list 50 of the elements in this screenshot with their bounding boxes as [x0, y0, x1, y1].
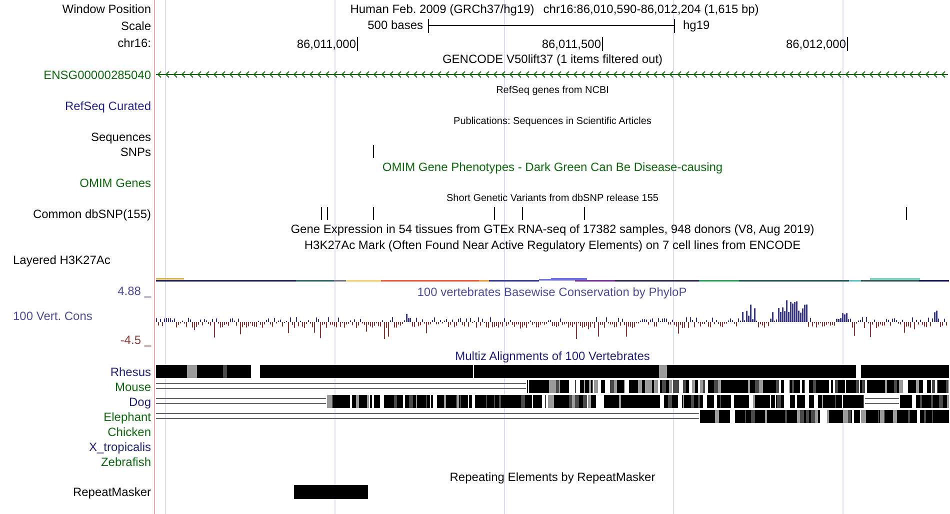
track-label[interactable]: Layered H3K27Ac	[13, 253, 110, 267]
track-label[interactable]: Common dbSNP(155)	[32, 206, 151, 220]
track-label[interactable]: Rhesus	[110, 364, 151, 378]
track-label[interactable]: ENSG00000285040	[44, 68, 151, 82]
ruler-tick	[357, 37, 358, 51]
snp-tick[interactable]	[373, 207, 374, 220]
track-title: RefSeq genes from NCBI	[496, 84, 609, 96]
track-title: 100 vertebrates Basewise Conservation by PhyloP	[416, 285, 688, 299]
row-label: chr16:	[118, 36, 151, 50]
snp-tick[interactable]	[321, 207, 322, 220]
track-title: GENCODE V50lift37 (1 items filtered out)	[442, 52, 663, 66]
axis-min-label: -4.5 _	[119, 333, 151, 347]
track-label[interactable]: RefSeq Curated	[64, 98, 151, 112]
track-title: OMIM Gene Phenotypes - Dark Green Can Be Disease-causing	[382, 160, 723, 174]
assembly-label: hg19	[683, 17, 710, 34]
track-label[interactable]: Mouse	[114, 380, 151, 394]
snp-tick[interactable]	[522, 207, 523, 220]
ruler-label: 86,011,500	[542, 36, 601, 53]
track-title: Gene Expression in 54 tissues from GTEx RNA-seq of 17382 samples, 948 donors (V8, Aug 2019)	[290, 222, 814, 236]
ruler-label: 86,011,000	[296, 36, 356, 53]
row-label: Scale	[120, 18, 151, 32]
snp-tick[interactable]	[373, 145, 374, 158]
track-label[interactable]: OMIM Genes	[80, 176, 151, 190]
track-label[interactable]: Dog	[128, 394, 151, 408]
track-label[interactable]: Sequences	[90, 130, 151, 144]
snp-tick[interactable]	[494, 207, 495, 220]
snp-tick[interactable]	[327, 207, 328, 220]
track-label[interactable]: X_tropicalis	[88, 440, 151, 454]
track-label[interactable]: Zebrafish	[100, 454, 151, 468]
ruler-tick	[602, 37, 603, 51]
ruler-tick	[847, 37, 848, 51]
repeat-element[interactable]	[294, 485, 368, 499]
track-label[interactable]: SNPs	[120, 144, 151, 158]
track-title: H3K27Ac Mark (Often Found Near Active Regulatory Elements) on 7 cell lines from ENCODE	[304, 238, 801, 252]
track-title: Short Genetic Variants from dbSNP release 155	[446, 192, 658, 204]
track-label[interactable]: Elephant	[104, 410, 151, 424]
track-label[interactable]: RepeatMasker	[72, 485, 151, 499]
track-label[interactable]: Chicken	[108, 424, 151, 438]
snp-tick[interactable]	[584, 207, 585, 220]
track-title: Publications: Sequences in Scientific Articles	[454, 116, 652, 126]
track-title: Multiz Alignments of 100 Vertebrates	[455, 349, 650, 363]
assembly-title: Human Feb. 2009 (GRCh37/hg19)	[350, 2, 534, 16]
position-text: chr16:86,010,590-86,012,204 (1,615 bp)	[543, 2, 759, 16]
row-label: Window Position	[62, 2, 151, 16]
snp-tick[interactable]	[906, 207, 907, 220]
ruler-label: 86,012,000	[786, 36, 846, 53]
scale-length: 500 bases	[368, 17, 423, 34]
track-label[interactable]: 100 Vert. Cons	[0, 308, 151, 322]
track-title: Repeating Elements by RepeatMasker	[450, 470, 656, 484]
axis-max-label: 4.88 _	[116, 284, 151, 298]
